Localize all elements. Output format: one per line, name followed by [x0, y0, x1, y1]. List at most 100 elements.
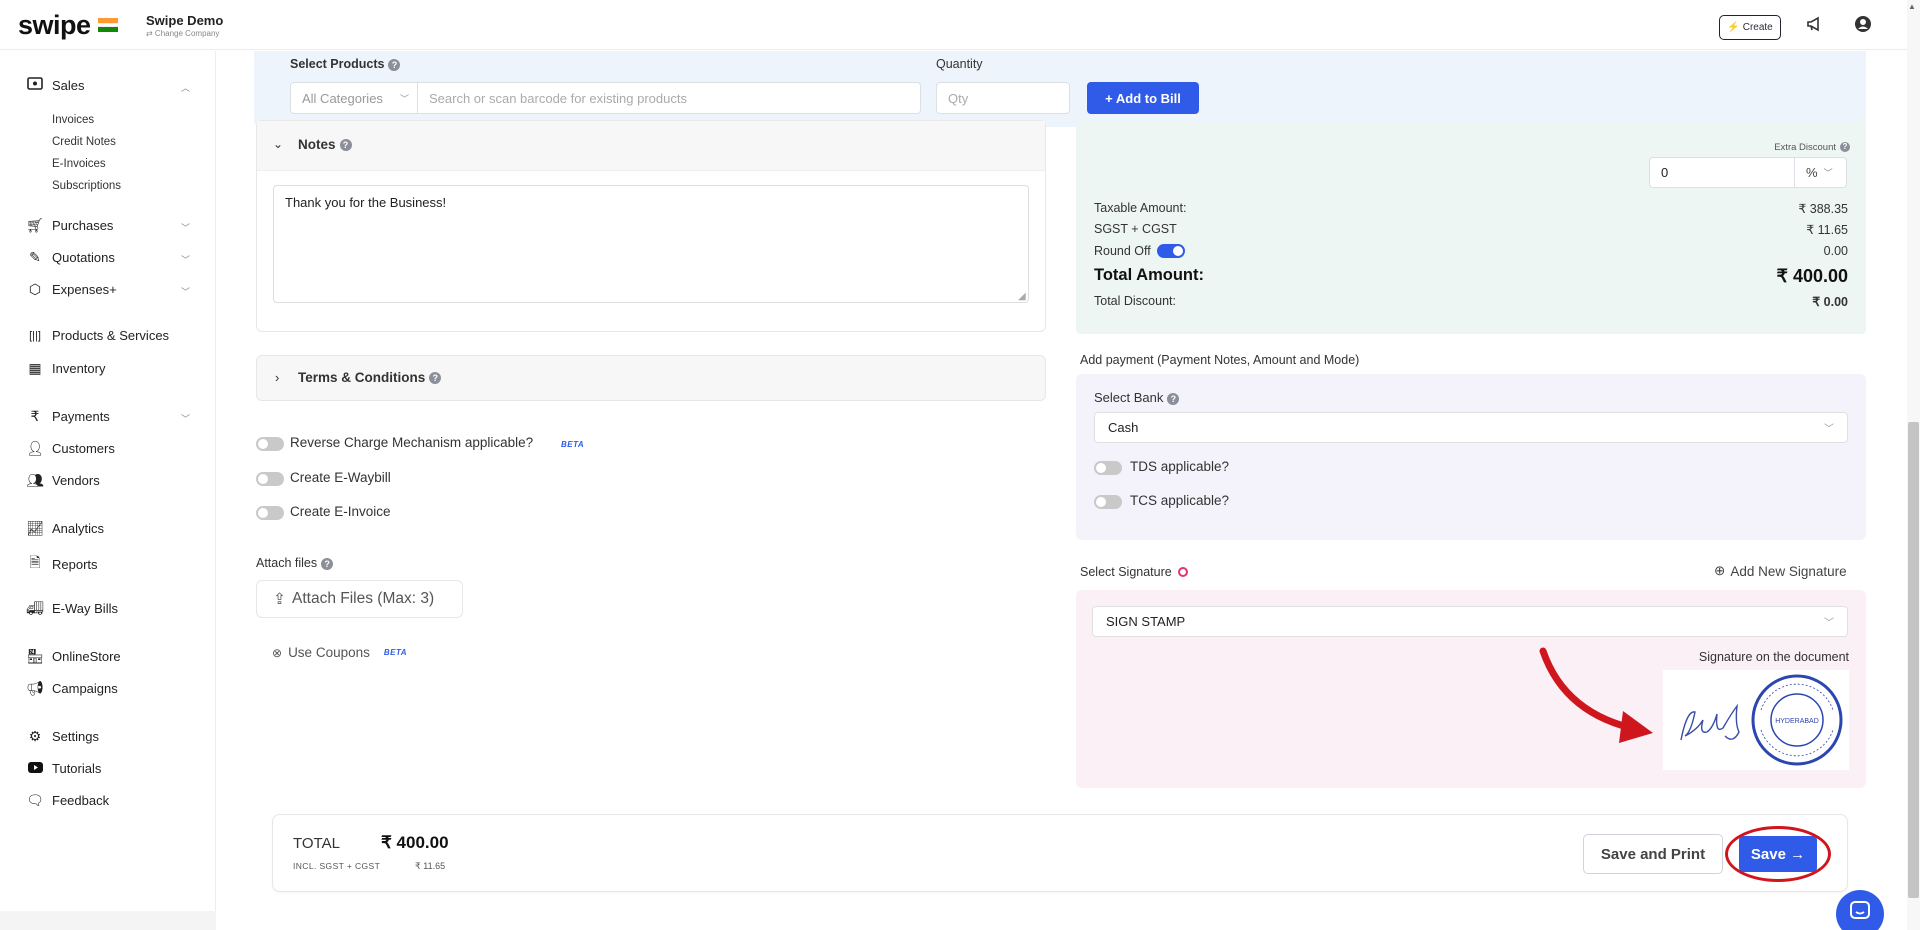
sidebar-subitem-subscriptions[interactable]: Subscriptions: [52, 180, 121, 192]
sidebar-item-expenses[interactable]: ⬡ Expenses+: [26, 281, 117, 298]
help-icon[interactable]: ?: [321, 557, 334, 570]
add-new-signature-button[interactable]: ⊕ Add New Signature: [1714, 563, 1847, 579]
sidebar-collapse-bar[interactable]: [0, 911, 216, 930]
terms-label: Terms & Conditions?: [298, 370, 442, 385]
sidebar-item-inventory[interactable]: ▦ Inventory: [26, 360, 105, 377]
megaphone-icon: 📢︎: [26, 680, 44, 696]
create-einvoice-toggle[interactable]: [256, 506, 284, 520]
tax-row: SGST + CGST ₹ 11.65: [1094, 222, 1848, 237]
sidebar-item-reports[interactable]: 🗎 Reports: [26, 552, 97, 576]
notes-textarea[interactable]: Thank you for the Business!: [273, 185, 1029, 303]
sidebar-item-tutorials[interactable]: Tutorials: [26, 760, 101, 776]
discount-unit-select[interactable]: % ﹀: [1795, 157, 1847, 188]
create-label: Create: [1742, 22, 1773, 33]
reverse-charge-toggle[interactable]: [256, 437, 284, 451]
sidebar-item-vendors[interactable]: 👥︎ Vendors: [26, 472, 100, 489]
chevron-down-icon[interactable]: ﹀: [181, 253, 190, 266]
sidebar-item-label: Vendors: [52, 473, 100, 488]
tcs-label: TCS applicable?: [1130, 493, 1230, 508]
change-company-link[interactable]: ⇄ Change Company: [146, 29, 219, 38]
total-discount-value: ₹ 0.00: [1812, 295, 1848, 309]
save-and-print-button[interactable]: Save and Print: [1583, 834, 1723, 874]
user-account-icon[interactable]: [1854, 15, 1872, 38]
sidebar-item-feedback[interactable]: 🗨︎ Feedback: [26, 792, 109, 809]
page-scrollbar-thumb[interactable]: [1908, 422, 1919, 898]
sidebar-item-analytics[interactable]: 📈︎ Analytics: [26, 520, 104, 537]
sidebar-item-label: Inventory: [52, 361, 106, 376]
sidebar-item-label: Analytics: [52, 521, 105, 536]
help-icon[interactable]: ?: [339, 139, 352, 152]
chat-bubble-icon: 🗨︎: [26, 792, 44, 808]
sidebar-item-quotations[interactable]: ✎ Quotations: [26, 249, 115, 266]
sidebar-subitem-invoices[interactable]: Invoices: [52, 114, 94, 126]
quantity-input[interactable]: Qty: [936, 82, 1070, 114]
extra-discount-input[interactable]: 0: [1649, 157, 1795, 188]
add-to-bill-button[interactable]: + Add to Bill: [1087, 82, 1199, 114]
taxable-label: Taxable Amount:: [1094, 201, 1187, 215]
footer-incl-value: ₹ 11.65: [415, 861, 446, 871]
help-icon[interactable]: ?: [1167, 392, 1180, 405]
tax-value: ₹ 11.65: [1806, 223, 1848, 237]
bank-select[interactable]: Cash ﹀: [1094, 412, 1848, 443]
sidebar-item-onlinestore[interactable]: 🏪︎ OnlineStore: [26, 648, 121, 665]
payment-panel: Select Bank? Cash ﹀ TDS applicable? TCS a…: [1076, 374, 1866, 540]
create-ewaybill-toggle[interactable]: [256, 472, 284, 486]
notes-header[interactable]: ⌄ Notes?: [257, 121, 1045, 171]
sidebar-item-label: Sales: [52, 77, 85, 93]
attach-files-button[interactable]: ⇪ Attach Files (Max: 3): [256, 580, 463, 618]
chat-icon: [1850, 901, 1870, 919]
sidebar-item-label: Campaigns: [52, 681, 118, 696]
help-icon[interactable]: ?: [1840, 142, 1850, 153]
tcs-toggle[interactable]: [1094, 495, 1122, 509]
sidebar-item-sales[interactable]: Sales: [26, 77, 85, 93]
help-icon[interactable]: ?: [429, 372, 442, 385]
create-ewaybill-label: Create E-Waybill: [290, 470, 391, 485]
chevron-up-icon[interactable]: ︿: [181, 81, 190, 94]
stamp-city-text: HYDERABAD: [1775, 718, 1819, 725]
sidebar-item-eway-bills[interactable]: 🚚︎ E-Way Bills: [26, 600, 118, 617]
round-off-label: Round Off: [1094, 244, 1151, 258]
sidebar-item-purchases[interactable]: 🛒︎ Purchases: [26, 217, 113, 234]
category-select[interactable]: All Categories ﹀: [290, 82, 418, 114]
notes-card: ⌄ Notes? Thank you for the Business! ◢: [256, 120, 1046, 332]
tds-toggle[interactable]: [1094, 461, 1122, 475]
top-bar: swipe Swipe Demo ⇄ Change Company ⚡ Crea…: [0, 0, 1920, 50]
sidebar-item-label: OnlineStore: [52, 649, 121, 664]
sidebar-item-customers[interactable]: 👤︎ Customers: [26, 440, 115, 457]
beta-badge: BETA: [383, 648, 408, 657]
sidebar-item-payments[interactable]: ₹ Payments: [26, 408, 110, 425]
sidebar-item-campaigns[interactable]: 📢︎ Campaigns: [26, 680, 118, 697]
youtube-icon: [26, 760, 44, 776]
sidebar-item-label: Purchases: [52, 218, 114, 233]
sidebar-subitem-credit-notes[interactable]: Credit Notes: [52, 136, 116, 148]
plus-circle-icon: ⊕: [1714, 563, 1726, 578]
chevron-down-icon[interactable]: ﹀: [181, 412, 190, 425]
help-icon[interactable]: ?: [388, 58, 401, 71]
chevron-down-icon[interactable]: ﹀: [181, 221, 190, 234]
sidebar-subitem-e-invoices[interactable]: E-Invoices: [52, 158, 106, 170]
select-signature-label: Select Signature: [1080, 565, 1188, 579]
add-new-signature-label: Add New Signature: [1730, 563, 1847, 579]
total-discount-label: Total Discount:: [1094, 294, 1176, 308]
product-search-input[interactable]: Search or scan barcode for existing prod…: [418, 82, 921, 114]
sidebar-item-products[interactable]: [||] Products & Services: [26, 328, 169, 343]
amount-summary-panel: Extra Discount? 0 % ﹀ Taxable Amount: ₹ 38…: [1076, 122, 1866, 334]
create-button[interactable]: ⚡ Create: [1719, 15, 1781, 40]
swipe-logo[interactable]: swipe: [18, 10, 91, 41]
sidebar-item-settings[interactable]: ⚙ Settings: [26, 728, 99, 745]
signature-select[interactable]: SIGN STAMP ﹀: [1092, 606, 1848, 637]
chevron-down-icon[interactable]: ﹀: [181, 285, 190, 298]
total-amount-row: Total Amount: ₹ 400.00: [1094, 266, 1848, 287]
megaphone-icon[interactable]: [1806, 15, 1824, 38]
signature-image: HYDERABAD: [1663, 670, 1849, 770]
use-coupons-link[interactable]: ⊗ Use Coupons BETA: [272, 645, 407, 660]
attach-files-label: Attach files?: [256, 556, 334, 570]
tax-label: SGST + CGST: [1094, 222, 1177, 236]
resize-handle-icon[interactable]: ◢: [1018, 291, 1026, 302]
scroll-up-arrow-icon[interactable]: ▲: [1908, 2, 1916, 11]
sidebar-item-label: Tutorials: [52, 760, 102, 776]
round-off-toggle[interactable]: [1156, 244, 1185, 258]
terms-card[interactable]: › Terms & Conditions?: [256, 355, 1046, 401]
chat-support-button[interactable]: [1836, 890, 1884, 930]
sidebar-item-label: Customers: [52, 441, 115, 456]
